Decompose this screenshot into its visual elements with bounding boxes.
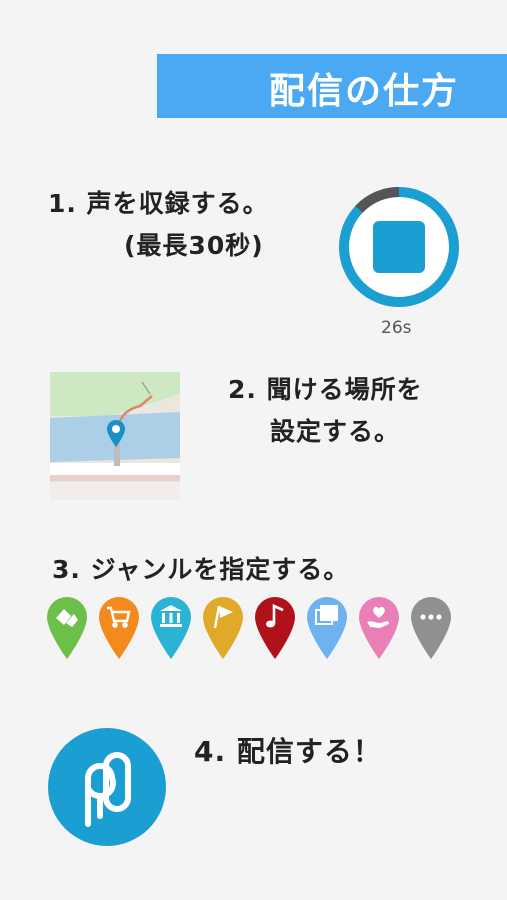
- genre-pin-flag[interactable]: [202, 596, 244, 660]
- page-title: 配信の仕方: [268, 71, 459, 112]
- step-2-title: 2. 聞ける場所を: [228, 375, 423, 404]
- genre-pin-care[interactable]: [358, 596, 400, 660]
- record-stop-button[interactable]: [336, 184, 462, 310]
- more-icon: [420, 614, 442, 620]
- genre-pin-music[interactable]: [254, 596, 296, 660]
- location-pin-icon: [107, 420, 125, 447]
- genre-pin-museum[interactable]: [150, 596, 192, 660]
- genre-pin-more[interactable]: [410, 596, 452, 660]
- genre-pin-shopping[interactable]: [98, 596, 140, 660]
- stop-icon: [373, 221, 425, 273]
- step-1-title: 1. 声を収録する。: [48, 189, 269, 218]
- header-banner: 配信の仕方: [157, 54, 507, 118]
- app-logo: [48, 728, 166, 846]
- step-4-title: 4. 配信する！: [194, 735, 382, 768]
- elapsed-time-label: 26s: [381, 318, 412, 338]
- step-3-title: 3. ジャンルを指定する。: [52, 555, 350, 584]
- genre-pin-photos[interactable]: [306, 596, 348, 660]
- genre-pin-list: [46, 596, 456, 660]
- step-1-note: (最長30秒): [124, 231, 264, 260]
- genre-pin-handshake[interactable]: [46, 596, 88, 660]
- step-2-note: 設定する。: [270, 417, 401, 446]
- map-thumbnail[interactable]: [50, 372, 180, 500]
